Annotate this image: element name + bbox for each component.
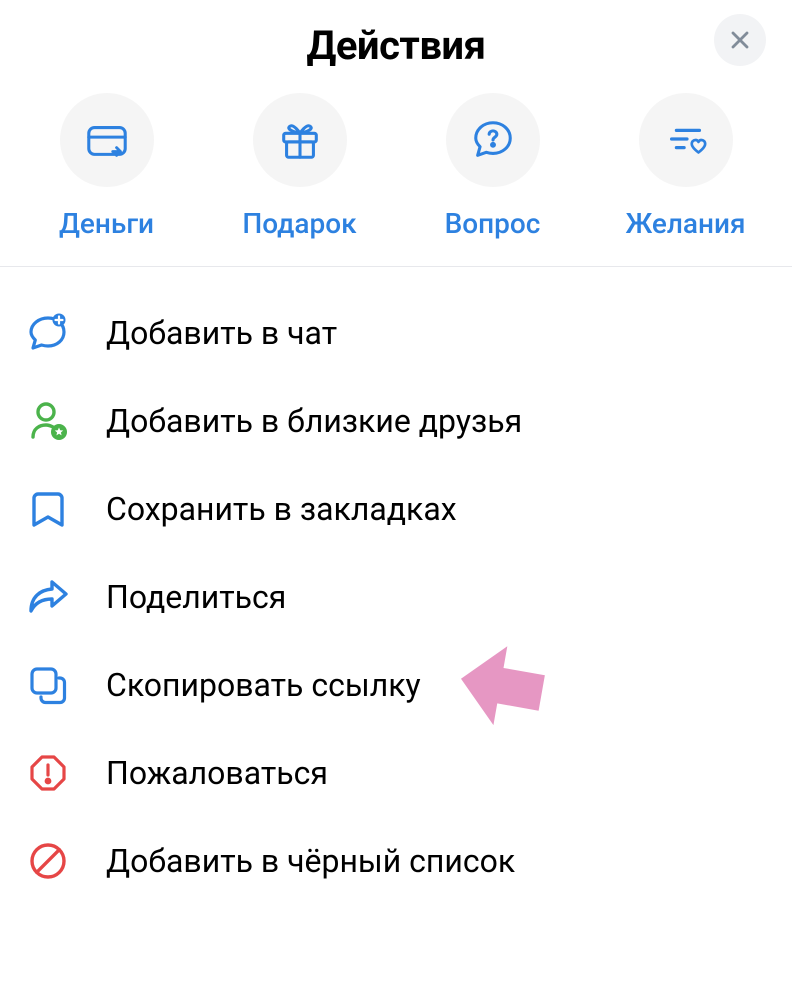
menu-item-label: Скопировать ссылку — [106, 666, 421, 704]
money-send-icon — [60, 93, 154, 187]
quick-action-label: Деньги — [59, 207, 154, 240]
menu-item-label: Сохранить в закладках — [106, 490, 457, 528]
menu-item-label: Добавить в чёрный список — [106, 842, 515, 880]
menu-item-copy-link[interactable]: Скопировать ссылку — [0, 641, 792, 729]
copy-link-icon — [26, 663, 70, 707]
menu-item-add-to-chat[interactable]: Добавить в чат — [0, 289, 792, 377]
close-button[interactable] — [714, 14, 766, 66]
menu-item-share[interactable]: Поделиться — [0, 553, 792, 641]
quick-action-gift[interactable]: Подарок — [210, 93, 390, 240]
share-icon — [26, 575, 70, 619]
quick-action-label: Подарок — [242, 207, 356, 240]
quick-action-wishlist[interactable]: Желания — [596, 93, 776, 240]
menu-item-bookmark[interactable]: Сохранить в закладках — [0, 465, 792, 553]
question-icon — [446, 93, 540, 187]
page-title: Действия — [0, 22, 792, 69]
menu-item-label: Добавить в близкие друзья — [106, 402, 522, 440]
header: Действия — [0, 0, 792, 87]
add-to-chat-icon — [26, 311, 70, 355]
wishlist-icon — [639, 93, 733, 187]
quick-action-question[interactable]: Вопрос — [403, 93, 583, 240]
menu-list: Добавить в чат Добавить в близкие друзья… — [0, 267, 792, 927]
quick-actions-row: Деньги Подарок Вопрос — [0, 87, 792, 267]
menu-item-label: Поделиться — [106, 578, 286, 616]
quick-action-money[interactable]: Деньги — [17, 93, 197, 240]
menu-item-close-friends[interactable]: Добавить в близкие друзья — [0, 377, 792, 465]
menu-item-label: Добавить в чат — [106, 314, 337, 352]
quick-action-label: Вопрос — [445, 207, 541, 240]
menu-item-report[interactable]: Пожаловаться — [0, 729, 792, 817]
block-icon — [26, 839, 70, 883]
menu-item-block[interactable]: Добавить в чёрный список — [0, 817, 792, 905]
gift-icon — [253, 93, 347, 187]
close-friends-icon — [26, 399, 70, 443]
menu-item-label: Пожаловаться — [106, 754, 328, 792]
bookmark-icon — [26, 487, 70, 531]
quick-action-label: Желания — [625, 207, 745, 240]
report-icon — [26, 751, 70, 795]
close-icon — [728, 28, 752, 52]
